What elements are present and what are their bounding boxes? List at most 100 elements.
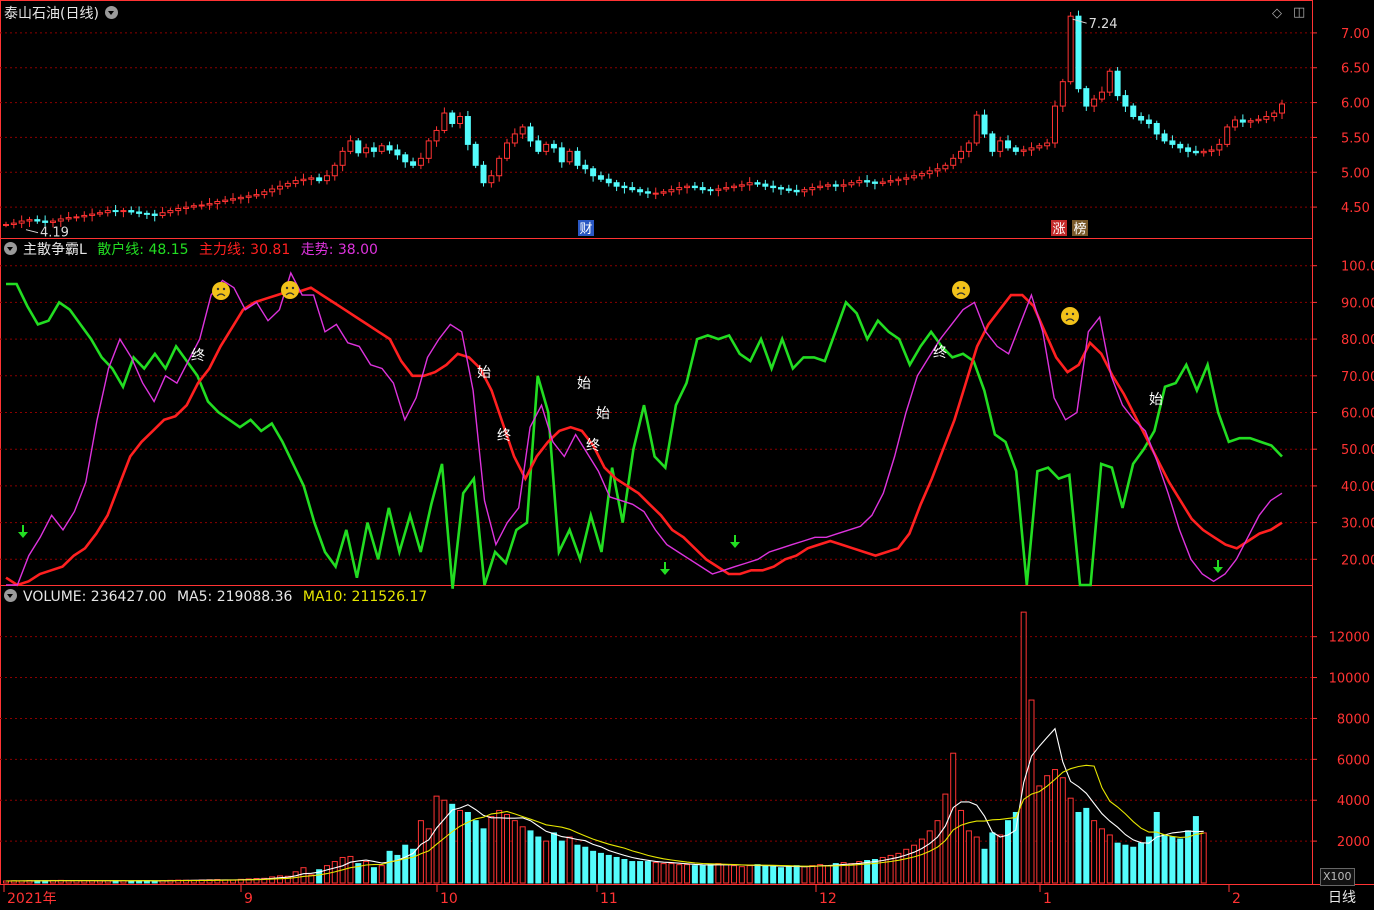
signal-label: 始 [477,365,491,381]
volume-bar [1185,830,1192,884]
candle-body [793,189,800,193]
candle-body [214,201,221,205]
candle-body [848,182,855,186]
candle-body [18,220,25,224]
dropdown-icon[interactable] [104,6,118,19]
candle-body [276,185,283,190]
candle-body [605,178,612,184]
candle-body [511,133,518,144]
candle-body [167,210,174,214]
volume-bar [558,840,565,884]
volume-bar [676,864,683,884]
indicator-tick-label: 80.00 [1341,333,1374,348]
collapse-icon[interactable] [4,242,17,255]
x-tick-label: 2021年 [7,891,57,907]
low-pointer [25,229,39,234]
candle-body [1232,119,1239,128]
candle-body [738,184,745,187]
candle-body [1224,126,1231,145]
volume-bar [1177,838,1184,884]
candle-body [222,199,229,203]
volume-bar [535,836,542,884]
candle-body [903,177,910,180]
candle-body [973,114,980,144]
indicator-tick-label: 100.0 [1341,260,1374,275]
candle-body [590,168,597,177]
candle-body [613,182,620,187]
candle-body [355,140,362,154]
stock-chart: 7.244.19 财涨榜 终始终始始终终始 7.006.506.005.505.0… [0,0,1374,907]
face-eye [1065,312,1069,316]
down-arrow-head [660,569,670,575]
candle-body [183,206,190,209]
candle-body [911,175,918,179]
volume-bar [496,809,503,884]
volume-tick-label: 8000 [1337,712,1370,727]
candle-body [989,133,996,152]
candle-body [175,207,182,212]
candle-body [363,147,370,154]
volume-tick-label: 6000 [1337,753,1370,768]
candle-body [574,150,581,166]
candle-body [668,189,675,193]
indicator-tick-label: 40.00 [1341,480,1374,495]
sad-face-icon [1061,307,1079,325]
candle-body [958,150,965,159]
volume-bar [457,809,464,884]
indicator-lines: 终始终始始终终始 [5,271,1283,589]
title-text: 泰山石油(日线) [4,6,99,22]
candle-body [777,187,784,190]
indicator-tick-label: 20.00 [1341,553,1374,568]
candle-body [49,220,56,223]
candle-body [934,168,941,172]
stock-title[interactable]: 泰山石油(日线) [4,6,124,22]
candle-body [1200,150,1207,154]
candle-body [527,126,534,142]
volume-bar [824,865,831,884]
candle-body [120,210,127,213]
candle-body [1153,122,1160,135]
ma5-legend: MA5: 219088.36 [176,589,293,605]
volume-bar [1036,785,1043,884]
x-tick-label: 2 [1232,891,1241,907]
volume-bar [605,854,612,884]
candle-body [308,177,315,180]
period-label[interactable]: 日线 [1328,890,1356,906]
candle-body [96,212,103,215]
window-icon[interactable]: ◫ [1293,5,1305,20]
candle-body [402,154,409,163]
candle-body [1012,147,1019,152]
face-eye [956,286,960,290]
candle-body [1122,95,1129,107]
volume-bar [1051,769,1058,884]
indicator-tick-label: 60.00 [1341,407,1374,422]
candle-body [1239,119,1246,123]
volume-bar [1114,842,1121,884]
candle-body [965,142,972,152]
volume-bar [1153,811,1160,884]
collapse-icon[interactable] [4,589,17,602]
candle-body [817,185,824,189]
candle-body [504,142,511,159]
candle-body [1169,140,1176,145]
candle-body [480,164,487,184]
candle-body [57,218,64,222]
candle-body [3,224,9,227]
candle-body [754,182,761,185]
volume-bar [1075,811,1082,884]
candle-body [1271,112,1278,118]
candle-body [496,157,503,177]
candle-body [488,175,495,184]
volume-bar [973,836,980,884]
candle-body [676,187,683,191]
candle-body [323,175,330,182]
event-marker-text: 财 [579,222,592,237]
volume-bar [965,830,972,884]
candle-body [762,183,769,187]
volume-bar [1028,699,1035,884]
volume-bar [347,855,354,884]
diamond-icon[interactable]: ◇ [1272,6,1282,21]
candle-body [1138,116,1145,121]
price-tick-label: 6.50 [1341,62,1370,77]
candle-body [441,112,448,131]
